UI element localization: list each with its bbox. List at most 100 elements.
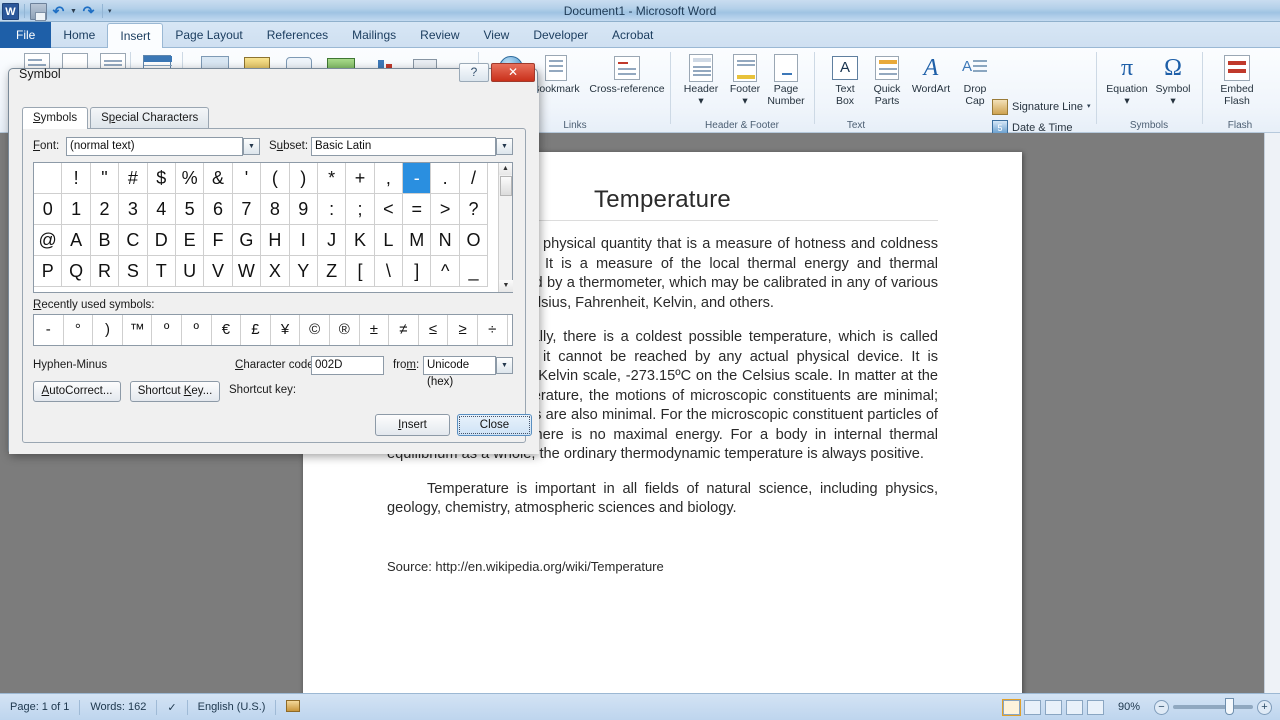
- macro-record-icon[interactable]: [276, 699, 310, 715]
- symbol-cell[interactable]: D: [147, 225, 176, 256]
- recent-symbol-cell[interactable]: ≠: [389, 315, 419, 345]
- close-button[interactable]: Close: [457, 414, 532, 436]
- tab-file[interactable]: File: [0, 22, 52, 48]
- symbol-cell[interactable]: O: [459, 225, 489, 256]
- symbol-cell[interactable]: /: [459, 163, 489, 194]
- recent-symbol-cell[interactable]: º: [152, 315, 182, 345]
- symbol-cell[interactable]: =: [403, 194, 432, 225]
- full-screen-reading-view-button[interactable]: [1023, 699, 1041, 715]
- symbol-grid[interactable]: ! " # $% & '() * +, -./ 0 1 2 3 4 5 6 7 8 9:; < = >? @ A B C D E F G H…: [33, 162, 513, 293]
- signature-dropdown-icon[interactable]: ▾: [1087, 98, 1091, 115]
- symbol-cell[interactable]: 3: [119, 194, 148, 225]
- symbol-cell[interactable]: 9: [289, 194, 318, 225]
- symbol-cell[interactable]: F: [204, 225, 233, 256]
- symbol-cell[interactable]: [34, 163, 63, 194]
- zoom-out-button[interactable]: −: [1154, 699, 1169, 715]
- tab-mailings[interactable]: Mailings: [340, 22, 408, 48]
- symbol-cell[interactable]: ;: [346, 194, 375, 225]
- help-icon[interactable]: ?: [459, 63, 489, 82]
- tab-page-layout[interactable]: Page Layout: [163, 22, 254, 48]
- shortcut-key-button[interactable]: Shortcut Key...: [130, 381, 220, 402]
- symbol-cell[interactable]: ?: [459, 194, 489, 225]
- symbol-cell[interactable]: K: [346, 225, 375, 256]
- symbol-cell[interactable]: (: [261, 163, 290, 194]
- tab-view[interactable]: View: [472, 22, 522, 48]
- recent-symbol-cell[interactable]: ): [93, 315, 123, 345]
- embed-flash-button[interactable]: Embed Flash: [1208, 52, 1266, 107]
- document-vertical-scrollbar[interactable]: [1264, 133, 1280, 693]
- tab-insert[interactable]: Insert: [107, 23, 164, 48]
- symbol-cell[interactable]: S: [119, 256, 148, 287]
- recent-symbol-cell[interactable]: ©: [300, 315, 330, 345]
- symbol-cell[interactable]: W: [232, 256, 262, 287]
- recent-symbol-cell[interactable]: ¥: [271, 315, 301, 345]
- symbol-cell[interactable]: G: [232, 225, 262, 256]
- scrollbar-thumb[interactable]: [500, 176, 512, 196]
- symbol-cell[interactable]: ^: [431, 256, 460, 287]
- symbol-cell[interactable]: X: [261, 256, 290, 287]
- symbol-button[interactable]: Ω Symbol ▾: [1144, 52, 1202, 107]
- subset-select-value[interactable]: Basic Latin: [311, 137, 496, 156]
- insert-button[interactable]: Insert: [375, 414, 450, 436]
- draft-view-button[interactable]: [1086, 699, 1104, 715]
- recent-symbol-cell[interactable]: °: [64, 315, 94, 345]
- symbol-cell[interactable]: U: [175, 256, 205, 287]
- symbol-cell[interactable]: T: [147, 256, 176, 287]
- scroll-down-icon[interactable]: ▼: [499, 280, 513, 292]
- symbol-cell[interactable]: Q: [62, 256, 91, 287]
- symbol-cell[interactable]: P: [34, 256, 63, 287]
- symbol-cell[interactable]: #: [119, 163, 148, 194]
- symbol-cell[interactable]: V: [204, 256, 233, 287]
- status-page[interactable]: Page: 1 of 1: [0, 701, 79, 713]
- from-dropdown-icon[interactable]: ▼: [496, 357, 513, 374]
- recent-symbol-cell[interactable]: £: [241, 315, 271, 345]
- symbol-cell[interactable]: -: [403, 163, 432, 194]
- symbol-cell[interactable]: \: [374, 256, 404, 287]
- character-code-input[interactable]: 002D: [311, 356, 384, 375]
- recent-symbol-cell[interactable]: º: [182, 315, 212, 345]
- subset-dropdown-icon[interactable]: ▼: [496, 138, 513, 155]
- symbol-cell[interactable]: 2: [90, 194, 120, 225]
- symbol-cell[interactable]: 7: [232, 194, 262, 225]
- symbol-cell[interactable]: E: [175, 225, 205, 256]
- symbol-dropdown-icon[interactable]: ▾: [1144, 95, 1202, 108]
- symbol-cell[interactable]: !: [62, 163, 91, 194]
- symbol-cell[interactable]: 8: [261, 194, 290, 225]
- tab-review[interactable]: Review: [408, 22, 471, 48]
- symbol-cell[interactable]: &: [204, 163, 233, 194]
- recent-symbol-cell[interactable]: ÷: [478, 315, 508, 345]
- symbol-grid-scrollbar[interactable]: ▲ ▼: [498, 163, 513, 292]
- symbol-cell[interactable]: 0: [34, 194, 63, 225]
- signature-line-button[interactable]: Signature Line ▾: [992, 98, 1090, 115]
- symbol-cell[interactable]: %: [175, 163, 205, 194]
- recent-symbol-cell[interactable]: ™: [123, 315, 153, 345]
- cross-reference-button[interactable]: Cross-reference: [586, 52, 668, 96]
- tab-acrobat[interactable]: Acrobat: [600, 22, 665, 48]
- symbol-cell[interactable]: Z: [317, 256, 347, 287]
- symbol-cell[interactable]: R: [90, 256, 120, 287]
- recent-symbol-cell[interactable]: ≤: [419, 315, 449, 345]
- recent-symbol-cell[interactable]: ≥: [448, 315, 478, 345]
- autocorrect-button[interactable]: AutoCorrect...: [33, 381, 121, 402]
- symbol-cell[interactable]: [: [346, 256, 375, 287]
- outline-view-button[interactable]: [1065, 699, 1083, 715]
- font-dropdown-icon[interactable]: ▼: [243, 138, 260, 155]
- from-select-value[interactable]: Unicode (hex): [423, 356, 496, 388]
- symbol-cell[interactable]: C: [119, 225, 148, 256]
- symbol-cell[interactable]: 5: [175, 194, 205, 225]
- zoom-level-label[interactable]: 90%: [1108, 701, 1150, 713]
- tab-special-characters[interactable]: Special Characters: [90, 107, 210, 129]
- recent-symbol-cell[interactable]: -: [34, 315, 64, 345]
- spellcheck-icon[interactable]: ✓: [157, 701, 186, 714]
- symbol-cell[interactable]: A: [62, 225, 91, 256]
- font-select-value[interactable]: (normal text): [66, 137, 243, 156]
- symbol-cell[interactable]: @: [34, 225, 63, 256]
- symbol-cell[interactable]: ,: [374, 163, 404, 194]
- symbol-cell[interactable]: <: [374, 194, 404, 225]
- page-number-button[interactable]: Page Number: [760, 52, 812, 107]
- symbol-cell[interactable]: ): [289, 163, 318, 194]
- tab-symbols[interactable]: SSymbolsymbols: [22, 107, 89, 129]
- symbol-cell[interactable]: ': [232, 163, 262, 194]
- symbol-cell[interactable]: ]: [403, 256, 432, 287]
- web-layout-view-button[interactable]: [1044, 699, 1062, 715]
